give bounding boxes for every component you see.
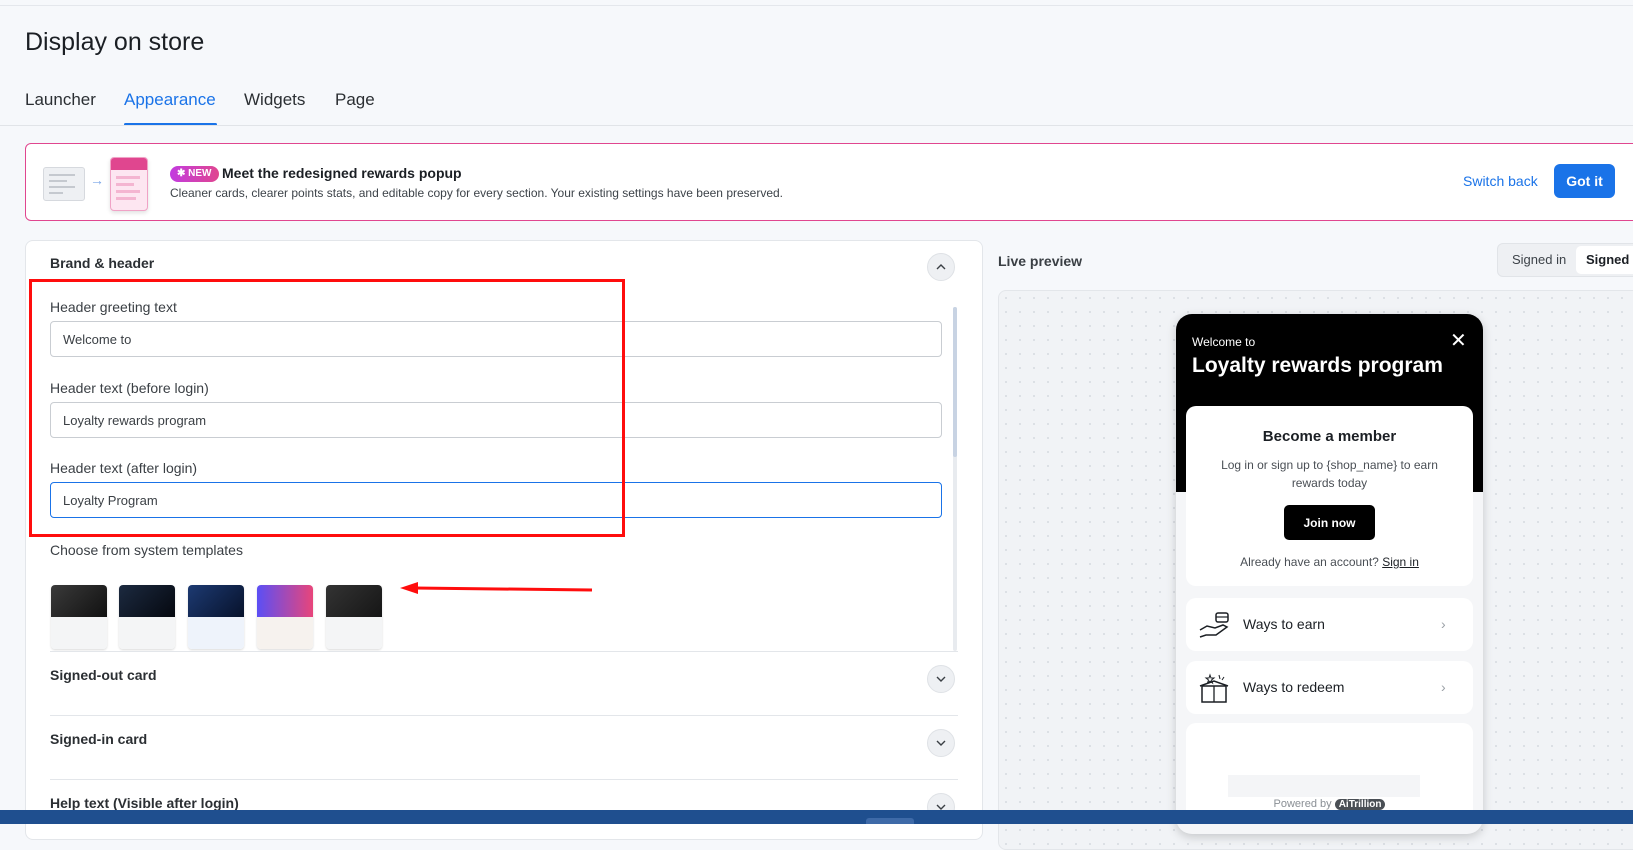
annotation-highlight-box (29, 279, 625, 537)
tab-page[interactable]: Page (335, 90, 375, 110)
new-popup-thumbnail (110, 157, 148, 211)
popup-greeting: Welcome to (1192, 335, 1256, 349)
popup-title: Loyalty rewards program (1192, 354, 1443, 377)
section-title-signed-in[interactable]: Signed-in card (50, 731, 147, 747)
tabs-divider (0, 125, 1633, 126)
tab-appearance[interactable]: Appearance (124, 90, 216, 110)
scrollbar-thumb[interactable] (953, 307, 957, 457)
close-icon[interactable]: ✕ (1450, 328, 1467, 353)
brand-logo: AiTrillion (1334, 799, 1386, 810)
member-card: Become a member Log in or sign up to {sh… (1186, 406, 1473, 586)
switch-back-link[interactable]: Switch back (1463, 173, 1538, 189)
toggle-signed-in[interactable]: Signed in (1512, 252, 1566, 267)
expand-signed-out-button[interactable] (927, 665, 955, 693)
template-swatch-4[interactable] (257, 585, 313, 649)
old-popup-thumbnail (43, 167, 85, 201)
templates-label: Choose from system templates (50, 542, 243, 558)
got-it-button[interactable]: Got it (1554, 164, 1615, 198)
taskbar (0, 810, 1633, 824)
sign-in-link[interactable]: Sign in (1382, 555, 1419, 569)
template-swatch-3[interactable] (188, 585, 244, 649)
already-account-text: Already have an account? (1240, 555, 1379, 569)
section-title-help-text[interactable]: Help text (Visible after login) (50, 795, 239, 811)
section-divider (50, 779, 958, 780)
ways-to-earn-label: Ways to earn (1243, 616, 1325, 632)
redesign-banner: → ✱ NEW Meet the redesigned rewards popu… (25, 143, 1633, 221)
live-preview-label: Live preview (998, 253, 1083, 269)
member-card-title: Become a member (1262, 428, 1397, 445)
template-swatch-5[interactable] (326, 585, 382, 649)
page-title: Display on store (25, 28, 205, 56)
arrow-right-icon: → (90, 172, 104, 188)
taskbar-item[interactable] (866, 818, 914, 824)
expand-signed-in-button[interactable] (927, 729, 955, 757)
ways-to-redeem-row[interactable]: Ways to redeem › (1186, 661, 1473, 714)
section-divider (50, 715, 958, 716)
rewards-popup-preview: Welcome to Loyalty rewards program ✕ Bec… (1176, 314, 1483, 834)
chevron-up-icon (936, 264, 946, 270)
toggle-signed-out[interactable]: Signed (1586, 252, 1629, 267)
form-scrollbar[interactable] (953, 307, 957, 651)
chevron-down-icon (936, 740, 946, 746)
annotation-arrow (400, 582, 593, 594)
section-title-brand-header: Brand & header (50, 255, 155, 271)
hand-coins-icon (1199, 612, 1229, 638)
powered-by-footer: Powered by AiTrillion (1176, 798, 1483, 810)
gift-box-icon (1199, 673, 1229, 703)
banner-title: Meet the redesigned rewards popup (222, 165, 462, 181)
template-swatch-1[interactable] (51, 585, 107, 649)
chevron-right-icon: › (1441, 616, 1446, 632)
chevron-right-icon: › (1441, 679, 1446, 695)
join-now-button[interactable]: Join now (1284, 505, 1375, 540)
tab-launcher[interactable]: Launcher (25, 90, 96, 110)
member-card-subtitle: Log in or sign up to {shop_name} to earn… (1221, 458, 1438, 490)
placeholder-strip (1228, 775, 1420, 797)
chevron-down-icon (936, 676, 946, 682)
new-badge: ✱ NEW (170, 166, 219, 182)
template-swatch-2[interactable] (119, 585, 175, 649)
collapse-brand-header-button[interactable] (927, 253, 955, 281)
ways-to-redeem-label: Ways to redeem (1243, 679, 1345, 695)
banner-description: Cleaner cards, clearer points stats, and… (170, 186, 784, 200)
section-divider (50, 651, 958, 652)
already-member-text: Already have an account? Sign in (1186, 555, 1473, 569)
ways-to-earn-row[interactable]: Ways to earn › (1186, 598, 1473, 651)
section-title-signed-out[interactable]: Signed-out card (50, 667, 157, 683)
powered-by-text: Powered by (1273, 798, 1332, 810)
tab-widgets[interactable]: Widgets (244, 90, 305, 110)
top-divider (0, 5, 1633, 6)
preview-state-toggle: Signed in Signed (1497, 243, 1633, 277)
